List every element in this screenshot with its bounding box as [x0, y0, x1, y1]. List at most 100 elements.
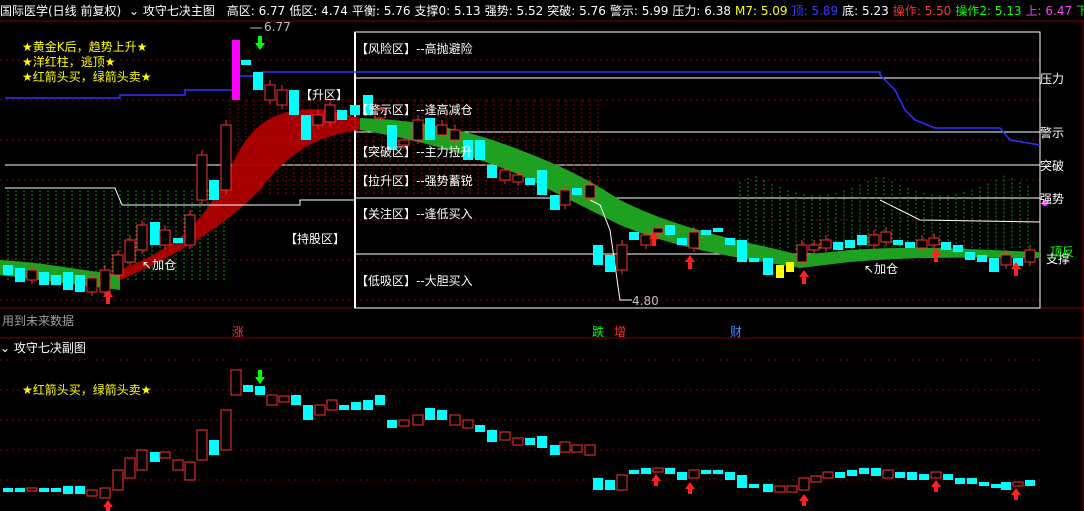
- event-label-fall[interactable]: 跌: [592, 323, 604, 340]
- sub-candle-down-17: [209, 440, 219, 455]
- sub-candle-down-72: [871, 468, 881, 476]
- zone-focus: 【关注区】--逢低买入: [356, 207, 473, 221]
- sub-candle-down-35: [425, 408, 435, 420]
- sub-candle-down-45: [550, 445, 560, 455]
- candle-down-0: [3, 265, 13, 275]
- sub-candle-down-60: [725, 472, 735, 480]
- sub-candle-down-82: [991, 484, 1001, 488]
- sub-candle-down-43: [525, 438, 535, 445]
- candle-up-72: [868, 234, 880, 246]
- candle-down-62: [749, 258, 759, 262]
- zone-upgrade: 【升区】: [300, 88, 349, 102]
- add-position-text-1: 加仓: [152, 258, 177, 272]
- sub-candle-down-74: [895, 472, 905, 478]
- sub-candle-down-4: [51, 488, 61, 492]
- sub-candle-up-84: [1012, 481, 1024, 487]
- candle-up-9: [112, 254, 124, 276]
- zone-warning: 【警示区】--逢高减仓: [356, 103, 473, 117]
- candle-down-24: [289, 90, 299, 115]
- sub-candle-up-18: [220, 409, 232, 451]
- sub-candle-down-20: [243, 385, 253, 392]
- sub-candle-up-54: [652, 467, 664, 473]
- sub-candle-up-47: [571, 444, 583, 453]
- candle-up-15: [184, 214, 196, 246]
- sub-candle-up-16: [196, 429, 208, 461]
- right-label-warning: 警示: [1040, 126, 1065, 140]
- candle-down-71: [857, 235, 867, 245]
- sell-arrow-main: [255, 36, 265, 50]
- candle-up-57: [688, 231, 700, 249]
- candle-up-67: [808, 244, 820, 251]
- sub-candle-down-39: [475, 425, 485, 432]
- sub-candle-up-2: [26, 487, 38, 492]
- sub-candle-up-8: [99, 487, 111, 499]
- candle-down-69: [833, 242, 843, 250]
- chevron-down-icon[interactable]: ⌄: [0, 341, 10, 355]
- sub-chart-header[interactable]: ⌄ 攻守七决副图: [0, 339, 1084, 357]
- sub-candle-down-63: [763, 484, 773, 492]
- sub-candle-up-77: [930, 471, 942, 479]
- sub-candle-down-50: [605, 480, 615, 490]
- low-price-marker: 4.80: [632, 294, 659, 308]
- sub-candle-up-10: [124, 457, 136, 479]
- sub-buy-arrow-3: [799, 494, 809, 506]
- sub-candle-up-51: [616, 474, 628, 491]
- candle-magenta-19: [232, 40, 240, 100]
- candle-down-35: [425, 118, 435, 140]
- sub-candle-up-22: [266, 394, 278, 406]
- future-data-note: 用到未来数据: [2, 314, 75, 328]
- add-position-text-2: 加仓: [874, 262, 899, 276]
- candle-down-63: [763, 258, 773, 275]
- candle-down-80: [965, 252, 975, 260]
- sub-buy-arrow-1: [651, 474, 661, 486]
- event-label-rise[interactable]: 涨: [232, 323, 244, 340]
- right-label-breakout: 突破: [1040, 159, 1065, 173]
- sub-candle-up-34: [412, 414, 424, 426]
- candle-down-70: [845, 240, 855, 248]
- event-label-increase[interactable]: 增: [614, 323, 626, 340]
- sub-candle-down-79: [955, 478, 965, 484]
- sub-candle-down-52: [629, 470, 639, 474]
- sub-candle-down-31: [375, 395, 385, 405]
- candle-up-16: [196, 154, 208, 201]
- zone-low-buy: 【低吸区】--大胆买入: [356, 274, 473, 288]
- tip-arrows: ★红箭头买，绿箭头卖★: [22, 70, 152, 84]
- sub-candle-up-65: [786, 485, 798, 493]
- candle-down-75: [905, 242, 915, 248]
- sub-candle-up-41: [499, 431, 511, 441]
- candle-down-1: [15, 268, 25, 282]
- sub-candle-down-78: [943, 474, 953, 480]
- sub-candle-down-62: [749, 484, 759, 488]
- candle-up-18: [220, 124, 232, 191]
- sub-candle-down-49: [593, 478, 603, 490]
- resistance-blue-line: [5, 71, 1041, 146]
- candle-up-68: [820, 239, 832, 249]
- sub-candle-down-21: [255, 386, 265, 395]
- sub-candle-down-12: [150, 452, 160, 462]
- sub-candle-down-70: [847, 470, 857, 476]
- sub-candle-down-28: [339, 405, 349, 410]
- sub-candle-down-3: [39, 488, 49, 492]
- event-label-finance[interactable]: 财: [730, 323, 742, 340]
- candle-down-25: [301, 115, 311, 140]
- candle-down-59: [713, 228, 723, 232]
- candle-up-51: [616, 244, 628, 271]
- stock-chart-window: 国际医学(日线 前复权) ⌄ 攻守七决主图 高区: 6.77 低区: 4.74 平衡…: [0, 0, 1084, 511]
- sub-candle-down-71: [859, 468, 869, 474]
- sub-candle-up-23: [278, 395, 290, 403]
- candle-down-4: [51, 275, 61, 285]
- candle-down-47: [572, 188, 582, 195]
- sub-candle-down-0: [3, 488, 13, 492]
- candle-down-56: [677, 238, 687, 245]
- sub-candle-up-13: [159, 451, 171, 459]
- candle-down-39: [475, 140, 485, 160]
- sub-chart-title: 攻守七决副图: [13, 341, 86, 355]
- candle-down-82: [989, 258, 999, 272]
- sub-candle-up-19: [230, 369, 242, 396]
- sub-candle-down-81: [979, 482, 989, 486]
- sub-candle-up-67: [810, 475, 822, 483]
- candle-up-2: [26, 269, 38, 281]
- candle-down-52: [629, 232, 639, 240]
- sub-candle-down-25: [303, 405, 313, 420]
- candle-down-61: [737, 240, 747, 262]
